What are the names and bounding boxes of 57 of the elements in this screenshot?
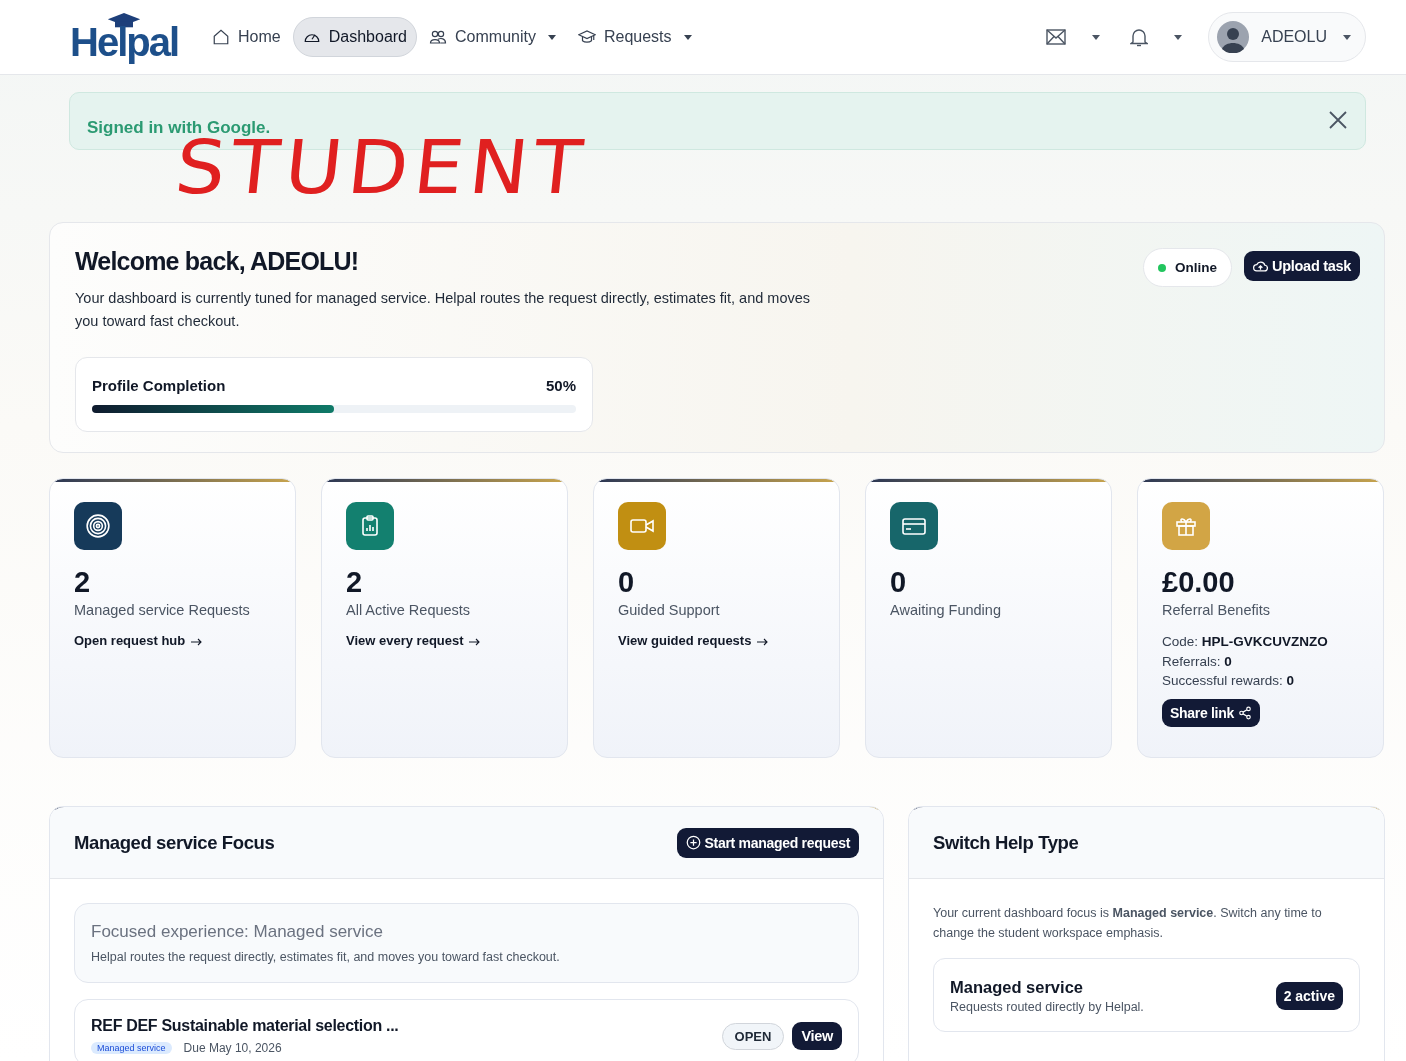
plus-circle-icon bbox=[685, 835, 701, 850]
help-type-option[interactable]: Managed service Requests routed directly by Helpal. 2 active bbox=[933, 958, 1360, 1032]
panel-title: Managed service Focus bbox=[74, 831, 275, 854]
due-date: Due May 10, 2026 bbox=[183, 1041, 282, 1055]
stat-value: 0 bbox=[890, 566, 908, 598]
envelope-icon bbox=[1046, 29, 1067, 45]
close-button[interactable] bbox=[1327, 109, 1349, 131]
referral-detail: Referrals: 0 bbox=[1162, 652, 1233, 671]
service-tag: Managed service bbox=[91, 1042, 172, 1054]
share-icon bbox=[1237, 705, 1252, 720]
home-icon bbox=[212, 28, 231, 46]
people-icon bbox=[429, 28, 447, 46]
referral-detail: Successful rewards: 0 bbox=[1162, 672, 1296, 690]
stat-label: Awaiting Funding bbox=[890, 602, 1002, 618]
nav-item[interactable]: Community bbox=[419, 17, 566, 57]
stat-value: £0.00 bbox=[1162, 566, 1236, 598]
view-button[interactable]: View bbox=[792, 1022, 842, 1050]
stat-value: 2 bbox=[346, 566, 364, 598]
stat-value: 0 bbox=[618, 566, 636, 598]
stat-value: 2 bbox=[74, 566, 92, 598]
stat-link[interactable]: Open request hub bbox=[74, 633, 202, 648]
welcome-title: Welcome back, ADEOLU! bbox=[75, 247, 360, 276]
nav-item[interactable]: Home bbox=[202, 17, 291, 57]
stat-label: Guided Support bbox=[618, 602, 721, 618]
stat-label: All Active Requests bbox=[346, 602, 472, 618]
bell-icon bbox=[1130, 27, 1149, 47]
start-request-button[interactable]: Start managed request bbox=[676, 827, 859, 858]
active-count-badge: 2 active bbox=[1275, 982, 1343, 1010]
cloud-upload-icon bbox=[1253, 259, 1269, 273]
avatar-silhouette bbox=[1217, 21, 1250, 53]
status-badge: OPEN bbox=[721, 1022, 785, 1050]
arrow-right-icon bbox=[469, 637, 481, 646]
stat-label: Referral Benefits bbox=[1162, 602, 1271, 618]
referral-detail: Code: HPL-GVKCUVZNZO bbox=[1162, 633, 1329, 651]
profile-percent: 50% bbox=[545, 377, 576, 394]
stat-link[interactable]: View guided requests bbox=[618, 633, 769, 648]
welcome-text: Your dashboard is currently tuned for managed service. Helpal routes the request directly, estimates fit, and moves you toward fast checkout. bbox=[75, 289, 812, 331]
upload-task-button[interactable]: Upload task bbox=[1244, 251, 1360, 281]
stat-label: Managed service Requests bbox=[74, 602, 251, 618]
banner-text: Helpal routes the request directly, estimates fit, and moves you toward fast checkout. bbox=[91, 950, 561, 964]
share-link-button[interactable]: Share link bbox=[1162, 698, 1260, 727]
helpal-logo[interactable]: Helpal bbox=[70, 12, 179, 62]
nav-item[interactable]: Requests bbox=[567, 17, 702, 57]
status-pill: Online bbox=[1143, 248, 1233, 287]
option-title: Managed service bbox=[950, 978, 1084, 997]
request-title: REF DEF Sustainable material selection ... bbox=[91, 1017, 400, 1035]
profile-label: Profile Completion bbox=[92, 377, 226, 394]
arrow-right-icon bbox=[757, 637, 769, 646]
stat-link[interactable]: View every request bbox=[346, 633, 481, 648]
option-text: Requests routed directly by Helpal. bbox=[950, 1000, 1144, 1014]
graduation-cap-icon bbox=[577, 28, 596, 46]
banner-title: Focused experience: Managed service bbox=[91, 922, 384, 942]
switch-text: Your current dashboard focus is Managed service. Switch any time to change the student workspace emphasis. bbox=[933, 905, 1323, 942]
arrow-right-icon bbox=[190, 637, 202, 646]
nav-item[interactable]: Dashboard bbox=[292, 17, 417, 57]
panel-title: Switch Help Type bbox=[933, 831, 1079, 854]
user-menu[interactable]: ADEOLU bbox=[1208, 12, 1366, 62]
